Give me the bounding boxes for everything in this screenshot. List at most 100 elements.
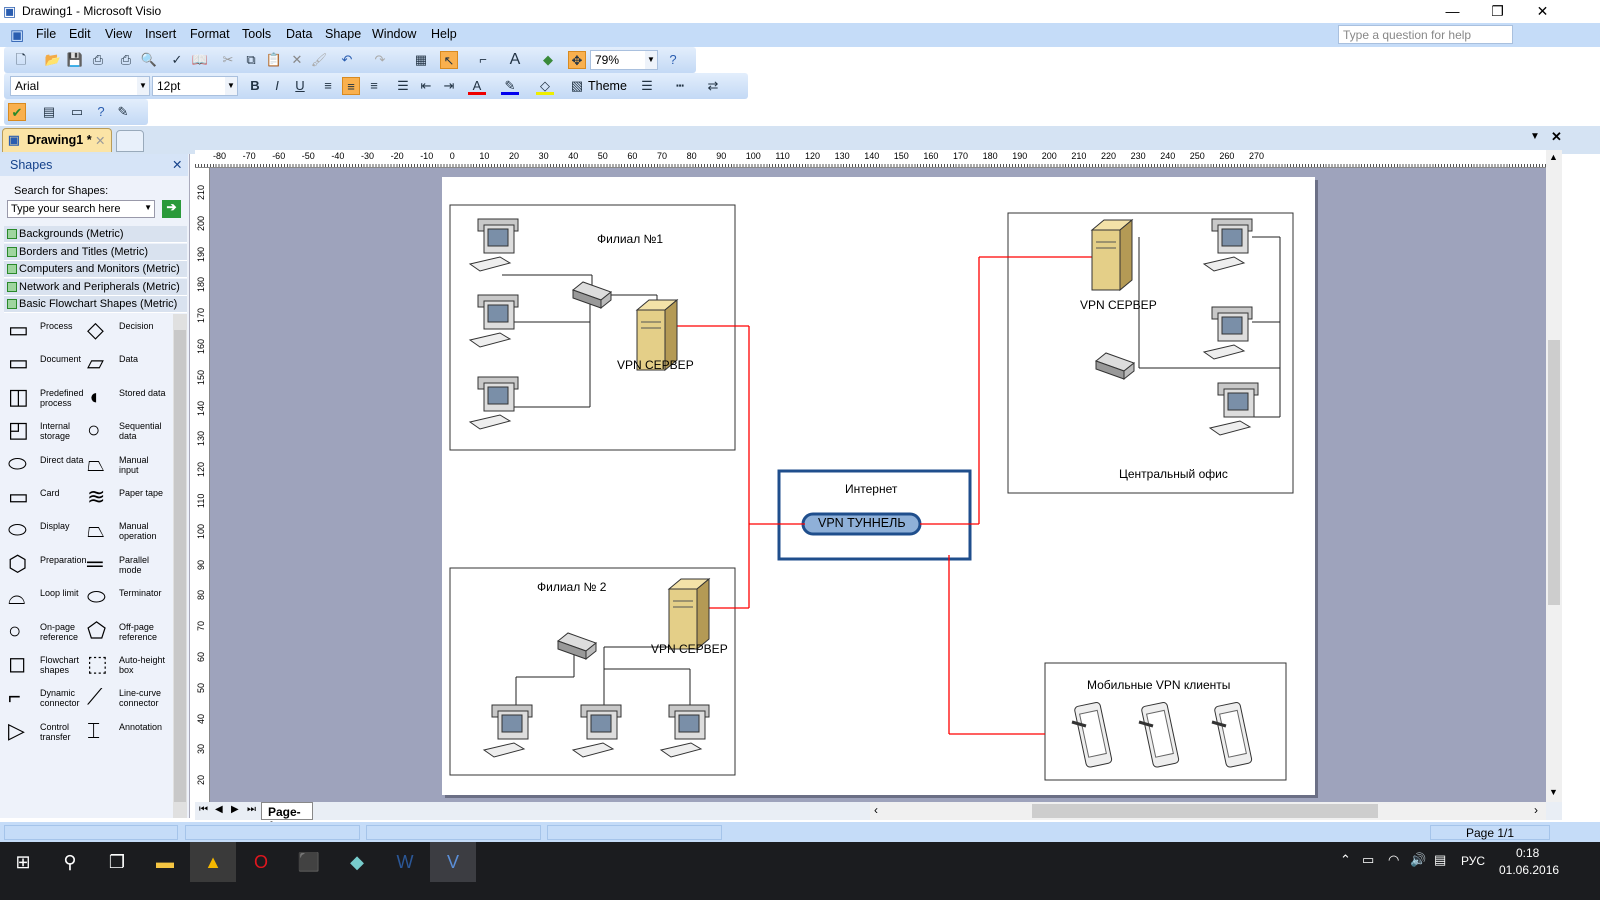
cut-icon[interactable]: ✂	[219, 51, 237, 69]
save-icon[interactable]: 💾	[66, 51, 84, 69]
theme-button[interactable]: Theme	[588, 79, 627, 93]
line-color-icon[interactable]: ✎	[501, 77, 519, 95]
shape-item[interactable]: ⬡ Preparation	[4, 549, 89, 581]
stencil-item[interactable]: Borders and Titles (Metric)	[4, 243, 187, 261]
shape-item[interactable]: ▷ Control transfer	[4, 716, 89, 748]
copy-icon[interactable]: ⧉	[242, 51, 260, 69]
shape-item[interactable]: ◻ Flowchart shapes	[4, 649, 89, 681]
internet-label[interactable]: Интернет	[845, 482, 897, 496]
search-go-button[interactable]: ➔	[162, 200, 181, 218]
close-panel-icon[interactable]: ✕	[172, 157, 182, 172]
central-office-label[interactable]: Центральный офис	[1119, 467, 1228, 481]
scroll-left-icon[interactable]: ‹	[874, 803, 878, 817]
bold-icon[interactable]: B	[246, 77, 264, 95]
minimize-button[interactable]: —	[1430, 0, 1475, 22]
vertical-scrollbar[interactable]: ▲ ▼	[1546, 150, 1562, 802]
report-icon[interactable]: ▤	[40, 103, 58, 121]
edit-icon[interactable]: ✎	[114, 103, 132, 121]
decrease-indent-icon[interactable]: ⇤	[417, 77, 435, 95]
shape-item[interactable]: ⌐ Dynamic connector	[4, 682, 89, 714]
stencil-item[interactable]: Computers and Monitors (Metric)	[4, 261, 187, 279]
bullets-icon[interactable]: ☰	[394, 77, 412, 95]
close-document-icon[interactable]: ✕	[1551, 129, 1562, 145]
branch1-vpn-server-label[interactable]: VPN СЕРВЕР	[617, 358, 694, 372]
drawing-page[interactable]: Филиал №1 VPN СЕРВЕР Филиал № 2 VPN СЕРВ…	[442, 177, 1315, 795]
shape-item[interactable]: ⌓ Loop limit	[4, 582, 89, 614]
text-tool-icon[interactable]: A	[506, 51, 524, 69]
shape-item[interactable]: ◰ Internal storage	[4, 415, 89, 447]
scrollbar-thumb[interactable]	[174, 330, 186, 802]
prev-page-icon[interactable]: ◀	[215, 804, 223, 815]
shape-item[interactable]: ◖ Stored data	[83, 382, 168, 414]
menu-tools[interactable]: Tools	[242, 27, 271, 41]
menu-view[interactable]: View	[105, 27, 132, 41]
page-tab-page-1[interactable]: Page-1	[261, 802, 313, 833]
clock-time[interactable]: 0:18	[1516, 846, 1539, 860]
zoom-select[interactable]: 79% ▼	[590, 50, 658, 70]
vertical-scroll-thumb[interactable]	[1548, 340, 1560, 605]
pan-zoom-icon[interactable]: ✥	[568, 51, 586, 69]
power-icon[interactable]: ▭	[1362, 852, 1374, 868]
new-icon[interactable]: 🗋	[12, 51, 30, 69]
opera-icon[interactable]: O	[238, 842, 284, 882]
menu-format[interactable]: Format	[190, 27, 230, 41]
app-icon[interactable]: ◆	[334, 842, 380, 882]
tab-list-chevron-icon[interactable]: ▼	[1530, 131, 1540, 142]
shape-item[interactable]: ═ Parallel mode	[83, 549, 168, 581]
align-right-icon[interactable]: ≡	[365, 77, 383, 95]
shape-item[interactable]: ⬚ Auto-height box	[83, 649, 168, 681]
shape-item[interactable]: ⬭ Display	[4, 515, 89, 547]
mobile-clients-label[interactable]: Мобильные VPN клиенты	[1087, 678, 1230, 692]
delete-icon[interactable]: ✕	[288, 51, 306, 69]
help-icon[interactable]: ?	[664, 51, 682, 69]
print-preview-icon[interactable]: 🔍	[140, 51, 158, 69]
shape-item[interactable]: ▭ Document	[4, 348, 89, 380]
line-ends-icon[interactable]: ⇄	[704, 77, 722, 95]
stencil-item[interactable]: Basic Flowchart Shapes (Metric)	[4, 296, 187, 314]
branch2-label[interactable]: Филиал № 2	[537, 580, 606, 594]
network-icon[interactable]: ◠	[1388, 852, 1399, 868]
stencil-item[interactable]: Network and Peripherals (Metric)	[4, 278, 187, 296]
clock-date[interactable]: 01.06.2016	[1499, 863, 1559, 877]
shape-item[interactable]: ○ On-page reference	[4, 616, 89, 648]
task-view-icon[interactable]: ❐	[94, 842, 140, 882]
shape-item[interactable]: ◫ Predefined process	[4, 382, 89, 414]
fill-tool-icon[interactable]: ◆	[539, 51, 557, 69]
menu-shape[interactable]: Shape	[325, 27, 361, 41]
line-weight-icon[interactable]: ☰	[638, 77, 656, 95]
checkmark-icon[interactable]: ✔	[8, 103, 26, 121]
scroll-down-icon[interactable]: ▼	[1549, 787, 1558, 797]
shape-item[interactable]: ⬭ Terminator	[83, 582, 168, 614]
shape-item[interactable]: ○ Sequential data	[83, 415, 168, 447]
volume-icon[interactable]: 🔊	[1410, 852, 1426, 868]
italic-icon[interactable]: I	[268, 77, 286, 95]
visio-icon[interactable]: V	[430, 842, 476, 882]
shape-item[interactable]: ▭ Process	[4, 315, 89, 347]
align-center-icon[interactable]: ≡	[342, 77, 360, 95]
menu-insert[interactable]: Insert	[145, 27, 176, 41]
close-button[interactable]: ✕	[1520, 0, 1565, 22]
stencil-item[interactable]: Backgrounds (Metric)	[4, 226, 187, 243]
new-tab-button[interactable]	[116, 130, 144, 152]
spelling-icon[interactable]: ✓	[168, 51, 186, 69]
scroll-up-icon[interactable]: ▲	[1549, 152, 1558, 162]
font-color-icon[interactable]: A	[468, 77, 486, 95]
align-left-icon[interactable]: ≡	[319, 77, 337, 95]
show-hidden-icons-icon[interactable]: ⌃	[1340, 852, 1351, 868]
increase-indent-icon[interactable]: ⇥	[440, 77, 458, 95]
file-explorer-icon[interactable]: ▬	[142, 842, 188, 882]
undo-icon[interactable]: ↶	[338, 51, 356, 69]
shape-item[interactable]: ⟋ Line-curve connector	[83, 682, 168, 714]
next-page-icon[interactable]: ▶	[231, 804, 239, 815]
underline-icon[interactable]: U	[291, 77, 309, 95]
pointer-tool-icon[interactable]: ↖	[440, 51, 458, 69]
menu-file[interactable]: File	[36, 27, 56, 41]
close-tab-icon[interactable]: ✕	[95, 133, 105, 148]
shape-item[interactable]: ≋ Paper tape	[83, 482, 168, 514]
help-icon[interactable]: ?	[92, 103, 110, 121]
shape-item[interactable]: ⬭ Direct data	[4, 449, 89, 481]
notifications-icon[interactable]: ▤	[1434, 852, 1446, 868]
menu-data[interactable]: Data	[286, 27, 312, 41]
comment-icon[interactable]: ▭	[68, 103, 86, 121]
open-icon[interactable]: 📂	[44, 51, 62, 69]
